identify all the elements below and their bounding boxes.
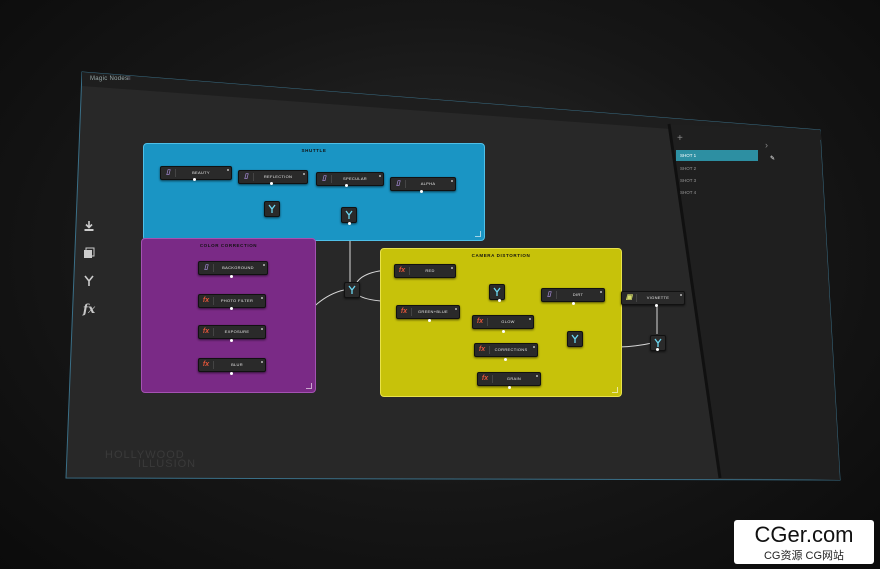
node-label: EXPOSURE [224,329,250,334]
app-window: Magic Nodes ≡ fx SHUTTLE COLOR CORRECTIO… [0,0,880,569]
output-port[interactable] [345,184,348,187]
node-alpha[interactable]: ▯ ALPHA [390,177,456,191]
document-icon: ▯ [322,175,326,182]
node-glow[interactable]: fx GLOW [472,315,534,329]
add-shot-icon[interactable]: + [677,133,683,144]
document-icon: ▯ [204,264,208,271]
fx-icon: fx [398,267,406,274]
shot-item-1[interactable]: SHOT 1 [676,150,758,161]
merge-icon [571,334,579,343]
image-icon: ▣ [625,294,633,301]
document-icon: ▯ [396,180,400,187]
output-port[interactable] [656,348,659,351]
merge-icon [348,285,356,294]
shot-item-2[interactable]: SHOT 2 [676,163,760,174]
output-port[interactable] [420,190,423,193]
fx-icon: fx [476,318,484,325]
output-port[interactable] [502,330,505,333]
output-port[interactable] [572,302,575,305]
document-icon: ▯ [244,173,248,180]
merge-icon [654,338,662,347]
merge-node[interactable] [341,207,357,223]
merge-icon [268,204,276,213]
group-title: CAMERA DISTORTION [471,253,531,258]
node-label: GRAIN [506,376,522,381]
node-label: SPECULAR [343,176,367,181]
node-reflection[interactable]: ▯ REFLECTION [238,170,308,184]
merge-icon [345,210,353,219]
node-grain[interactable]: fx GRAIN [477,372,541,386]
node-photo-filter[interactable]: fx PHOTO FILTER [198,294,266,308]
node-red[interactable]: fx RED [394,264,456,278]
fx-icon: fx [478,346,486,353]
shot-item-4[interactable]: SHOT 4 [676,187,760,198]
resize-handle[interactable] [475,231,481,237]
node-dirt[interactable]: ▯ DIRT [541,288,605,302]
hamburger-icon[interactable]: ≡ [127,76,131,82]
merge-node[interactable] [344,282,360,298]
node-label: VIGNETTE [646,295,670,300]
node-label: RED [425,268,435,273]
document-icon: ▯ [166,169,170,176]
node-label: ALPHA [420,181,436,186]
resize-handle[interactable] [306,383,312,389]
merge-node[interactable] [489,284,505,300]
resize-handle[interactable] [612,387,618,393]
node-label: REFLECTION [263,174,293,179]
node-label: DIRT [572,292,584,297]
node-label: GREEN+BLUE [417,309,448,314]
watermark-text: CGer.com [754,522,854,547]
merge-node[interactable] [567,331,583,347]
fx-icon: fx [202,361,210,368]
output-port[interactable] [428,319,431,322]
output-port[interactable] [655,304,658,307]
node-label: BACKGROUND [222,265,254,270]
shot-item-3[interactable]: SHOT 3 [676,175,760,186]
output-port[interactable] [270,182,273,185]
document-icon: ▯ [547,291,551,298]
fx-icon: fx [400,308,408,315]
output-port[interactable] [193,178,196,181]
edit-icon[interactable]: ✎ [770,155,775,162]
brand-logo-line2: ILLUSION [138,458,197,470]
output-port[interactable] [498,299,501,302]
output-port[interactable] [230,372,233,375]
node-background[interactable]: ▯ BACKGROUND [198,261,268,275]
node-specular[interactable]: ▯ SPECULAR [316,172,384,186]
node-label: CORRECTIONS [494,347,528,352]
node-label: GLOW [501,319,515,324]
merge-node[interactable] [264,201,280,217]
merge-icon [493,287,501,296]
node-label: BEAUTY [192,170,210,175]
group-title: COLOR CORRECTION [199,243,258,248]
node-corrections[interactable]: fx CORRECTIONS [474,343,538,357]
fx-icon[interactable]: fx [80,302,98,318]
output-port[interactable] [230,339,233,342]
watermark-subtext: CG资源 CG网站 [763,550,845,562]
import-icon[interactable] [80,220,98,236]
node-beauty[interactable]: ▯ BEAUTY [160,166,232,180]
layers-icon[interactable] [80,247,98,263]
chevron-right-icon[interactable]: › [765,140,768,150]
output-port[interactable] [508,386,511,389]
node-green-blue[interactable]: fx GREEN+BLUE [396,305,460,319]
output-port[interactable] [230,275,233,278]
fx-icon: fx [481,375,489,382]
fx-icon: fx [202,297,210,304]
output-port[interactable] [504,358,507,361]
watermark: CGer.com CG资源 CG网站 [734,520,874,564]
merge-icon[interactable] [80,275,98,291]
node-vignette[interactable]: ▣ VIGNETTE [621,291,685,305]
node-label: PHOTO FILTER [220,298,254,303]
group-shuttle[interactable]: SHUTTLE [143,143,485,241]
app-title: Magic Nodes [90,76,129,82]
node-label: BLUR [231,362,243,367]
node-blur[interactable]: fx BLUR [198,358,266,372]
group-title: SHUTTLE [301,148,327,153]
node-exposure[interactable]: fx EXPOSURE [198,325,266,339]
fx-icon: fx [202,328,210,335]
output-port[interactable] [230,307,233,310]
output-port[interactable] [348,222,351,225]
